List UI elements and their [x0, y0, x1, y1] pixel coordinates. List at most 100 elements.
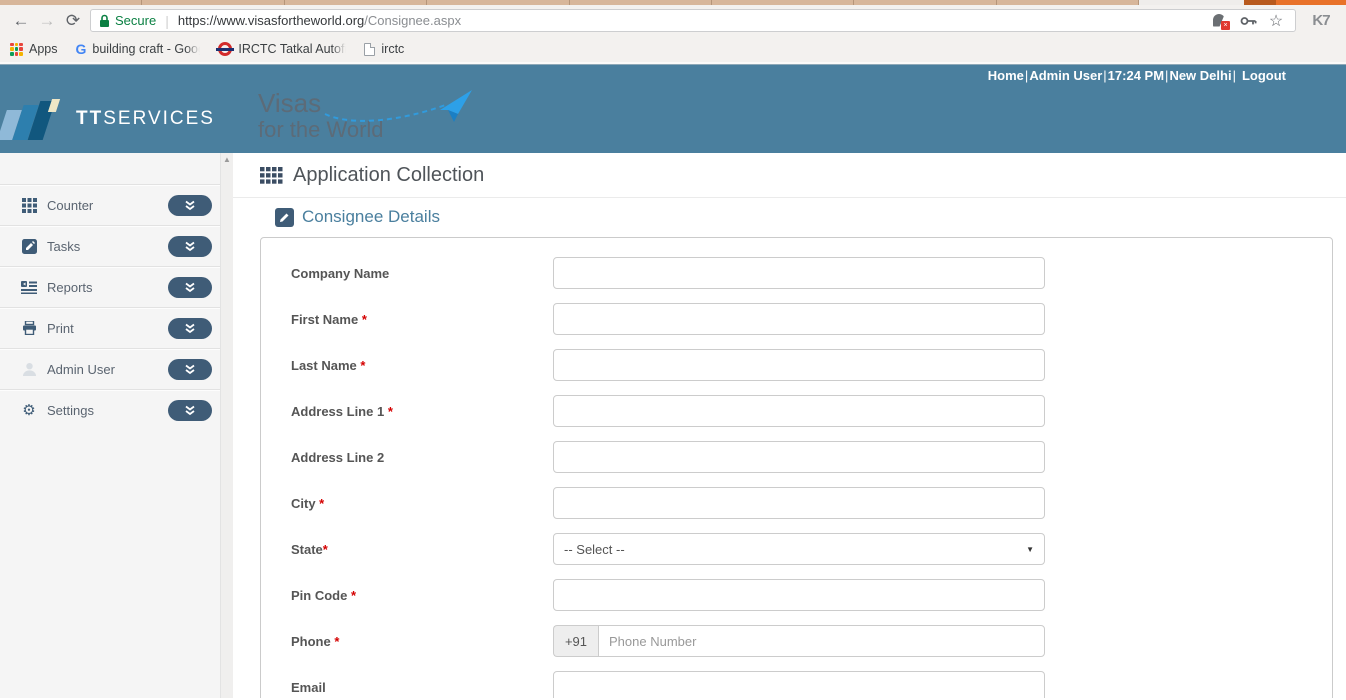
sidebar-item-print[interactable]: Print: [0, 307, 220, 348]
tab-segment[interactable]: [854, 0, 996, 5]
apps-grid-icon: [10, 43, 23, 56]
chevron-double-down-icon: [184, 323, 196, 334]
expand-counter-button[interactable]: [168, 195, 212, 216]
pencil-square-icon: [20, 239, 38, 254]
address-line1-input[interactable]: [553, 395, 1045, 427]
city-input[interactable]: [553, 487, 1045, 519]
field-label: Phone *: [291, 634, 553, 649]
sidebar-item-label: Reports: [47, 280, 168, 295]
tab-segment[interactable]: [142, 0, 284, 5]
extension-badge-icon[interactable]: ×: [1209, 14, 1231, 28]
field-label: Address Line 1 *: [291, 404, 553, 419]
omnibox-divider: |: [165, 13, 169, 29]
reload-button[interactable]: ⟳: [60, 9, 86, 33]
sidebar-nav: Counter Tasks: [0, 153, 220, 698]
company-name-input[interactable]: [553, 257, 1045, 289]
field-label: Address Line 2: [291, 450, 553, 465]
form-row: Email: [291, 671, 1332, 698]
page-title: Application Collection: [293, 164, 484, 187]
expand-print-button[interactable]: [168, 318, 212, 339]
tab-segment[interactable]: [1276, 0, 1346, 5]
expand-settings-button[interactable]: [168, 400, 212, 421]
forward-button[interactable]: →: [34, 9, 60, 33]
ttservices-wordmark: TTSERVICES: [76, 108, 215, 130]
ttservices-logo-icon: [0, 96, 70, 144]
bookmark-irctc-tatkal[interactable]: IRCTC Tatkal Autofill F: [218, 42, 346, 56]
expand-reports-button[interactable]: [168, 277, 212, 298]
address-bar[interactable]: Secure | https://www.visasfortheworld.or…: [90, 9, 1296, 32]
sidebar-item-label: Tasks: [47, 239, 168, 254]
tab-segment[interactable]: [570, 0, 712, 5]
bookmark-building-craft[interactable]: G building craft - Goog: [76, 41, 201, 57]
last-name-input[interactable]: [553, 349, 1045, 381]
tab-segment[interactable]: [997, 0, 1139, 5]
tab-segment[interactable]: [0, 0, 142, 5]
expand-tasks-button[interactable]: [168, 236, 212, 257]
tab-segment[interactable]: [285, 0, 427, 5]
separator: |: [1025, 68, 1028, 83]
grid-icon: [20, 198, 38, 213]
user-icon: [20, 362, 38, 377]
url-path: /Consignee.aspx: [364, 13, 461, 28]
first-name-input[interactable]: [553, 303, 1045, 335]
tab-segment[interactable]: [1244, 0, 1276, 5]
phone-group: +91: [553, 625, 1045, 657]
address-line2-input[interactable]: [553, 441, 1045, 473]
pin-code-input[interactable]: [553, 579, 1045, 611]
secure-label: Secure: [115, 13, 156, 28]
required-asterisk: *: [334, 634, 339, 649]
sidebar-item-settings[interactable]: ⚙ Settings: [0, 389, 220, 430]
form-row: Company Name: [291, 257, 1332, 289]
separator: |: [1103, 68, 1106, 83]
chevron-double-down-icon: [184, 282, 196, 293]
paper-plane-icon: [320, 88, 480, 144]
brand-header: TTSERVICES Visas for the World: [0, 86, 1346, 153]
required-asterisk: *: [360, 358, 365, 373]
section-header: Consignee Details: [233, 198, 1346, 235]
email-input[interactable]: [553, 671, 1045, 698]
sidebar-scrollbar[interactable]: ▲: [220, 153, 233, 698]
form-row: Pin Code *: [291, 579, 1332, 611]
required-asterisk: *: [323, 542, 328, 557]
phone-input[interactable]: [598, 625, 1045, 657]
sidebar-item-tasks[interactable]: Tasks: [0, 225, 220, 266]
bookmark-irctc[interactable]: irctc: [364, 42, 404, 56]
logout-link[interactable]: Logout: [1242, 68, 1286, 83]
state-select[interactable]: -- Select -- ▼: [553, 533, 1045, 565]
sidebar-item-label: Settings: [47, 403, 168, 418]
chevron-double-down-icon: [184, 364, 196, 375]
logged-in-user: Admin User: [1029, 68, 1102, 83]
tab-segment[interactable]: [427, 0, 569, 5]
expand-admin-user-button[interactable]: [168, 359, 212, 380]
separator: |: [1165, 68, 1168, 83]
phone-country-code: +91: [553, 625, 598, 657]
field-label: State*: [291, 542, 553, 557]
field-label: Last Name *: [291, 358, 553, 373]
chevron-double-down-icon: [184, 200, 196, 211]
apps-menu[interactable]: Apps: [10, 42, 58, 56]
roundel-icon: [218, 42, 232, 56]
tab-segment-active[interactable]: [1139, 0, 1244, 5]
key-icon[interactable]: [1237, 15, 1259, 27]
grid-icon: [260, 167, 284, 184]
sidebar-item-admin-user[interactable]: Admin User: [0, 348, 220, 389]
home-link[interactable]: Home: [988, 68, 1024, 83]
url-host: https://www.visasfortheworld.org: [178, 13, 364, 28]
list-icon: [20, 280, 38, 294]
sidebar-item-reports[interactable]: Reports: [0, 266, 220, 307]
main-content: Application Collection Consignee Details…: [233, 153, 1346, 698]
scroll-up-arrow-icon[interactable]: ▲: [223, 156, 231, 164]
chevron-down-icon: ▼: [1026, 545, 1034, 554]
apps-label: Apps: [29, 42, 58, 56]
k7-extension-icon[interactable]: K7: [1304, 12, 1338, 29]
sidebar-item-counter[interactable]: Counter: [0, 184, 220, 225]
secure-chip[interactable]: Secure: [99, 13, 156, 28]
form-row: Last Name *: [291, 349, 1332, 381]
bookmark-star-icon[interactable]: ☆: [1265, 11, 1287, 31]
form-row: Address Line 1 *: [291, 395, 1332, 427]
field-label: Pin Code *: [291, 588, 553, 603]
back-button[interactable]: ←: [8, 9, 34, 33]
visas-for-the-world-logo: Visas for the World: [258, 88, 478, 152]
form-row: Address Line 2: [291, 441, 1332, 473]
tab-segment[interactable]: [712, 0, 854, 5]
